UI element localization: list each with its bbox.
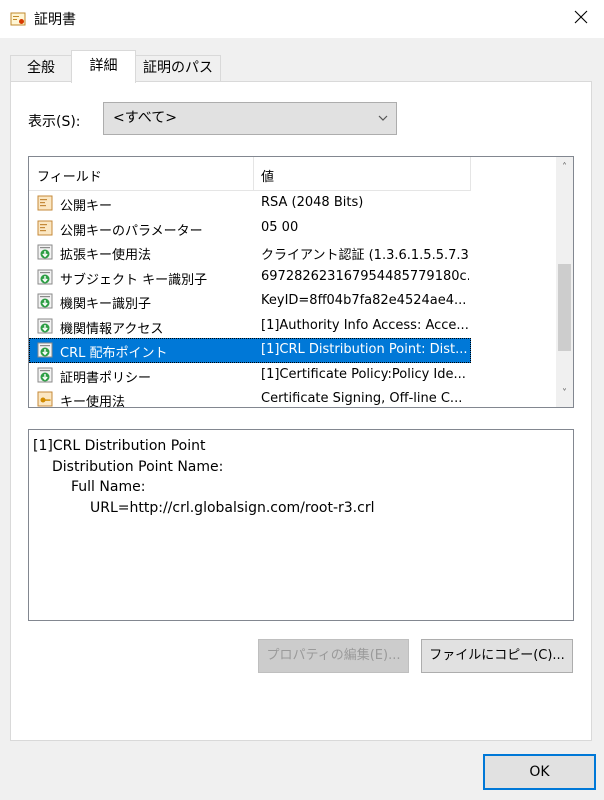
extension-download-icon — [37, 318, 53, 334]
row-value: RSA (2048 Bits) — [261, 195, 364, 210]
extension-download-icon — [37, 367, 53, 383]
row-value: [1]Authority Info Access: Acce... — [261, 317, 469, 333]
detail-line: [1]CRL Distribution Point — [33, 438, 206, 454]
tab-details[interactable]: 詳細 — [71, 50, 136, 83]
table-row[interactable]: 機関キー識別子 KeyID=8ff04b7fa82e4524ae4... — [29, 289, 471, 314]
tab-general[interactable]: 全般 — [10, 55, 72, 82]
table-row[interactable]: 公開キーのパラメーター 05 00 — [29, 216, 471, 241]
row-value: Certificate Signing, Off-line C... — [261, 391, 463, 406]
row-value: クライアント認証 (1.3.6.1.5.5.7.3.2... — [261, 248, 469, 263]
table-row[interactable]: キー使用法 Certificate Signing, Off-line C... — [29, 387, 471, 408]
column-header-value[interactable]: 値 — [261, 166, 274, 185]
row-field: 機関情報アクセス — [60, 321, 164, 337]
extension-download-icon — [37, 342, 53, 358]
show-label: 表示(S): — [28, 114, 81, 130]
detail-line: Distribution Point Name: — [52, 458, 224, 475]
detail-line: URL=http://crl.globalsign.com/root-r3.cr… — [90, 499, 375, 516]
row-field: 公開キー — [60, 199, 113, 214]
key-usage-icon — [37, 391, 53, 407]
scroll-down-icon[interactable]: ˅ — [556, 385, 573, 402]
row-value: KeyID=8ff04b7fa82e4524ae4... — [261, 293, 467, 308]
extension-download-icon — [37, 244, 53, 260]
tab-certification-path[interactable]: 証明のパス — [135, 55, 221, 82]
row-field: 機関キー識別子 — [60, 297, 152, 312]
extension-download-icon — [37, 269, 53, 285]
certificate-field-icon — [37, 195, 53, 211]
list-header: フィールド 値 — [29, 157, 471, 191]
column-divider[interactable] — [470, 157, 471, 191]
column-divider[interactable] — [253, 157, 254, 191]
tab-bar: 全般 詳細 証明のパス — [0, 50, 604, 83]
close-icon — [574, 10, 588, 28]
details-panel: 表示(S): <すべて> フィールド 値 公開キー RSA (2048 Bits)… — [10, 81, 592, 741]
certificate-icon — [10, 11, 26, 27]
show-dropdown[interactable]: <すべて> — [103, 102, 397, 135]
table-row[interactable]: サブジェクト キー識別子 697282623167954485779180c... — [29, 265, 471, 290]
table-row[interactable]: 公開キー RSA (2048 Bits) — [29, 191, 471, 216]
detail-textbox[interactable]: [1]CRL Distribution Point Distribution P… — [28, 429, 574, 621]
table-row[interactable]: CRL 配布ポイント [1]CRL Distribution Point: Dis… — [29, 338, 471, 363]
row-value: [1]Certificate Policy:Policy Ide... — [261, 366, 466, 382]
window-title: 証明書 — [34, 12, 76, 28]
vertical-scrollbar[interactable]: ˄ ˅ — [556, 157, 573, 407]
ok-button[interactable]: OK — [483, 754, 596, 790]
table-row[interactable]: 拡張キー使用法 クライアント認証 (1.3.6.1.5.5.7.3.2... — [29, 240, 471, 265]
extension-download-icon — [37, 293, 53, 309]
show-dropdown-value: <すべて> — [113, 110, 177, 126]
field-list[interactable]: フィールド 値 公開キー RSA (2048 Bits) 公開キーのパラメーター 05… — [28, 156, 574, 408]
list-rows: 公開キー RSA (2048 Bits) 公開キーのパラメーター 05 00 拡張キー使… — [29, 191, 556, 407]
row-field: 拡張キー使用法 — [60, 248, 152, 263]
certificate-field-icon — [37, 220, 53, 236]
row-field: サブジェクト キー識別子 — [60, 272, 208, 288]
row-value: 697282623167954485779180c... — [261, 268, 469, 284]
copy-to-file-button[interactable]: ファイルにコピー(C)... — [421, 639, 573, 673]
row-value: 05 00 — [261, 219, 299, 235]
close-button[interactable] — [558, 0, 604, 38]
row-field: 公開キーのパラメーター — [60, 223, 203, 239]
title-bar: 証明書 — [0, 0, 604, 38]
table-row[interactable]: 機関情報アクセス [1]Authority Info Access: Acce..… — [29, 314, 471, 339]
detail-line: Full Name: — [71, 479, 146, 495]
scroll-up-icon[interactable]: ˄ — [556, 159, 573, 176]
edit-properties-button[interactable]: プロパティの編集(E)... — [258, 639, 409, 673]
row-field: 証明書ポリシー — [60, 370, 152, 386]
row-field: キー使用法 — [60, 395, 126, 408]
row-field: CRL 配布ポイント — [60, 346, 168, 361]
column-header-field[interactable]: フィールド — [37, 166, 102, 185]
chevron-down-icon — [378, 103, 388, 146]
table-row[interactable]: 証明書ポリシー [1]Certificate Policy:Policy Ide.… — [29, 363, 471, 388]
scroll-thumb[interactable] — [558, 264, 571, 351]
row-value: [1]CRL Distribution Point: Dist... — [261, 342, 468, 357]
